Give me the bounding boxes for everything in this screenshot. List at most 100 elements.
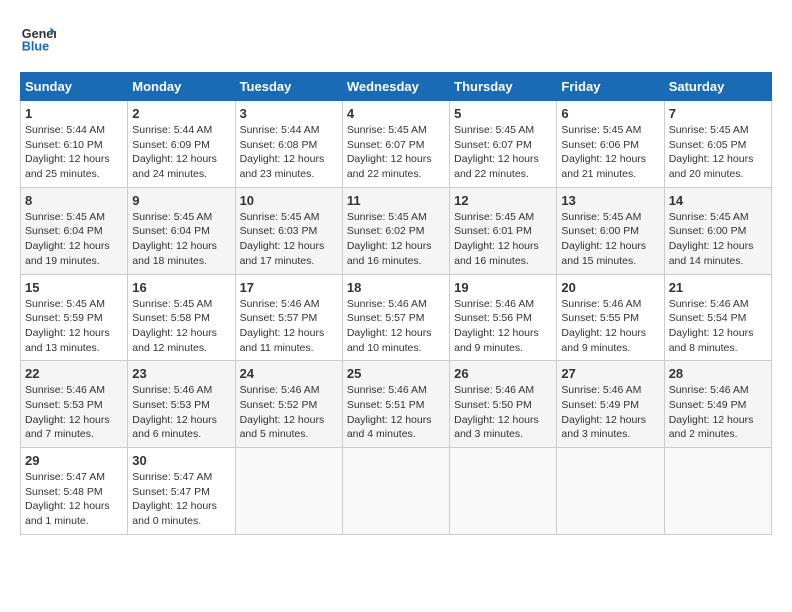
day-number: 25	[347, 366, 445, 381]
calendar-cell: 11Sunrise: 5:45 AM Sunset: 6:02 PM Dayli…	[342, 187, 449, 274]
day-info: Sunrise: 5:45 AM Sunset: 6:05 PM Dayligh…	[669, 123, 767, 182]
calendar-cell: 17Sunrise: 5:46 AM Sunset: 5:57 PM Dayli…	[235, 274, 342, 361]
day-info: Sunrise: 5:45 AM Sunset: 6:00 PM Dayligh…	[561, 210, 659, 269]
calendar-header-row: SundayMondayTuesdayWednesdayThursdayFrid…	[21, 73, 772, 101]
calendar-cell: 9 Sunrise: 5:45 AM Sunset: 6:04 PM Daylig…	[128, 187, 235, 274]
day-info: Sunrise: 5:45 AM Sunset: 6:01 PM Dayligh…	[454, 210, 552, 269]
day-number: 15	[25, 280, 123, 295]
day-number: 19	[454, 280, 552, 295]
day-info: Sunrise: 5:45 AM Sunset: 6:00 PM Dayligh…	[669, 210, 767, 269]
day-number: 9	[132, 193, 230, 208]
day-number: 16	[132, 280, 230, 295]
day-number: 6	[561, 106, 659, 121]
calendar-cell: 25 Sunrise: 5:46 AM Sunset: 5:51 PM Dayli…	[342, 361, 449, 448]
day-info: Sunrise: 5:46 AM Sunset: 5:49 PM Dayligh…	[669, 383, 767, 442]
page-header: General Blue	[20, 20, 772, 56]
calendar-cell: 20 Sunrise: 5:46 AM Sunset: 5:55 PM Dayli…	[557, 274, 664, 361]
calendar-cell: 19 Sunrise: 5:46 AM Sunset: 5:56 PM Dayli…	[450, 274, 557, 361]
calendar-week-3: 15 Sunrise: 5:45 AM Sunset: 5:59 PM Dayli…	[21, 274, 772, 361]
day-info: Sunrise: 5:45 AM Sunset: 5:59 PM Dayligh…	[25, 297, 123, 356]
day-number: 13	[561, 193, 659, 208]
day-info: Sunrise: 5:44 AM Sunset: 6:08 PM Dayligh…	[240, 123, 338, 182]
day-number: 2	[132, 106, 230, 121]
day-number: 20	[561, 280, 659, 295]
calendar-cell: 5 Sunrise: 5:45 AM Sunset: 6:07 PM Daylig…	[450, 101, 557, 188]
col-header-wednesday: Wednesday	[342, 73, 449, 101]
day-info: Sunrise: 5:46 AM Sunset: 5:55 PM Dayligh…	[561, 297, 659, 356]
day-info: Sunrise: 5:46 AM Sunset: 5:51 PM Dayligh…	[347, 383, 445, 442]
day-info: Sunrise: 5:46 AM Sunset: 5:52 PM Dayligh…	[240, 383, 338, 442]
day-info: Sunrise: 5:45 AM Sunset: 6:04 PM Dayligh…	[132, 210, 230, 269]
calendar-cell: 7 Sunrise: 5:45 AM Sunset: 6:05 PM Daylig…	[664, 101, 771, 188]
calendar-cell: 12 Sunrise: 5:45 AM Sunset: 6:01 PM Dayli…	[450, 187, 557, 274]
calendar-table: SundayMondayTuesdayWednesdayThursdayFrid…	[20, 72, 772, 535]
day-number: 18	[347, 280, 445, 295]
col-header-saturday: Saturday	[664, 73, 771, 101]
calendar-cell: 10 Sunrise: 5:45 AM Sunset: 6:03 PM Dayli…	[235, 187, 342, 274]
calendar-cell: 24 Sunrise: 5:46 AM Sunset: 5:52 PM Dayli…	[235, 361, 342, 448]
col-header-friday: Friday	[557, 73, 664, 101]
day-info: Sunrise: 5:46 AM Sunset: 5:56 PM Dayligh…	[454, 297, 552, 356]
day-number: 12	[454, 193, 552, 208]
calendar-cell	[664, 448, 771, 535]
calendar-cell: 28 Sunrise: 5:46 AM Sunset: 5:49 PM Dayli…	[664, 361, 771, 448]
day-number: 4	[347, 106, 445, 121]
day-number: 7	[669, 106, 767, 121]
day-number: 30	[132, 453, 230, 468]
calendar-cell: 22Sunrise: 5:46 AM Sunset: 5:53 PM Dayli…	[21, 361, 128, 448]
day-number: 5	[454, 106, 552, 121]
day-number: 23	[132, 366, 230, 381]
day-number: 1	[25, 106, 123, 121]
day-info: Sunrise: 5:46 AM Sunset: 5:54 PM Dayligh…	[669, 297, 767, 356]
calendar-cell: 1 Sunrise: 5:44 AM Sunset: 6:10 PM Daylig…	[21, 101, 128, 188]
calendar-cell	[342, 448, 449, 535]
calendar-cell: 30 Sunrise: 5:47 AM Sunset: 5:47 PM Dayli…	[128, 448, 235, 535]
day-info: Sunrise: 5:46 AM Sunset: 5:50 PM Dayligh…	[454, 383, 552, 442]
day-number: 8	[25, 193, 123, 208]
day-info: Sunrise: 5:45 AM Sunset: 6:04 PM Dayligh…	[25, 210, 123, 269]
calendar-cell	[557, 448, 664, 535]
calendar-cell: 29 Sunrise: 5:47 AM Sunset: 5:48 PM Dayli…	[21, 448, 128, 535]
day-number: 14	[669, 193, 767, 208]
calendar-cell: 3 Sunrise: 5:44 AM Sunset: 6:08 PM Daylig…	[235, 101, 342, 188]
calendar-cell	[235, 448, 342, 535]
calendar-week-4: 22 Sunrise: 5:46 AM Sunset: 5:53 PM Dayli…	[21, 361, 772, 448]
col-header-thursday: Thursday	[450, 73, 557, 101]
day-number: 10	[240, 193, 338, 208]
day-number: 29	[25, 453, 123, 468]
day-info: Sunrise: 5:46 AM Sunset: 5:49 PM Dayligh…	[561, 383, 659, 442]
calendar-cell: 23 Sunrise: 5:46 AM Sunset: 5:53 PM Dayli…	[128, 361, 235, 448]
day-info: Sunrise: 5:45 AM Sunset: 6:06 PM Dayligh…	[561, 123, 659, 182]
day-number: 26	[454, 366, 552, 381]
day-number: 11	[347, 193, 445, 208]
calendar-week-5: 29 Sunrise: 5:47 AM Sunset: 5:48 PM Dayli…	[21, 448, 772, 535]
day-number: 28	[669, 366, 767, 381]
day-info: Sunrise: 5:46 AM Sunset: 5:53 PM Dayligh…	[132, 383, 230, 442]
calendar-cell: 13 Sunrise: 5:45 AM Sunset: 6:00 PM Dayli…	[557, 187, 664, 274]
day-info: Sunrise: 5:46 AM Sunset: 5:57 PM Dayligh…	[240, 297, 338, 356]
logo: General Blue	[20, 20, 64, 56]
calendar-cell	[450, 448, 557, 535]
day-info: Sunrise: 5:45 AM Sunset: 6:03 PM Dayligh…	[240, 210, 338, 269]
calendar-week-2: 8 Sunrise: 5:45 AM Sunset: 6:04 PM Daylig…	[21, 187, 772, 274]
col-header-sunday: Sunday	[21, 73, 128, 101]
day-number: 22	[25, 366, 123, 381]
calendar-cell: 8 Sunrise: 5:45 AM Sunset: 6:04 PM Daylig…	[21, 187, 128, 274]
day-info: Sunrise: 5:44 AM Sunset: 6:09 PM Dayligh…	[132, 123, 230, 182]
day-number: 21	[669, 280, 767, 295]
day-number: 24	[240, 366, 338, 381]
calendar-cell: 14 Sunrise: 5:45 AM Sunset: 6:00 PM Dayli…	[664, 187, 771, 274]
calendar-cell: 16 Sunrise: 5:45 AM Sunset: 5:58 PM Dayli…	[128, 274, 235, 361]
day-info: Sunrise: 5:45 AM Sunset: 6:07 PM Dayligh…	[454, 123, 552, 182]
day-info: Sunrise: 5:45 AM Sunset: 5:58 PM Dayligh…	[132, 297, 230, 356]
day-info: Sunrise: 5:47 AM Sunset: 5:48 PM Dayligh…	[25, 470, 123, 529]
calendar-cell: 21 Sunrise: 5:46 AM Sunset: 5:54 PM Dayli…	[664, 274, 771, 361]
day-number: 3	[240, 106, 338, 121]
calendar-cell: 2 Sunrise: 5:44 AM Sunset: 6:09 PM Daylig…	[128, 101, 235, 188]
calendar-cell: 18 Sunrise: 5:46 AM Sunset: 5:57 PM Dayli…	[342, 274, 449, 361]
day-info: Sunrise: 5:47 AM Sunset: 5:47 PM Dayligh…	[132, 470, 230, 529]
calendar-cell: 26 Sunrise: 5:46 AM Sunset: 5:50 PM Dayli…	[450, 361, 557, 448]
col-header-monday: Monday	[128, 73, 235, 101]
day-info: Sunrise: 5:46 AM Sunset: 5:57 PM Dayligh…	[347, 297, 445, 356]
day-info: Sunrise: 5:44 AM Sunset: 6:10 PM Dayligh…	[25, 123, 123, 182]
